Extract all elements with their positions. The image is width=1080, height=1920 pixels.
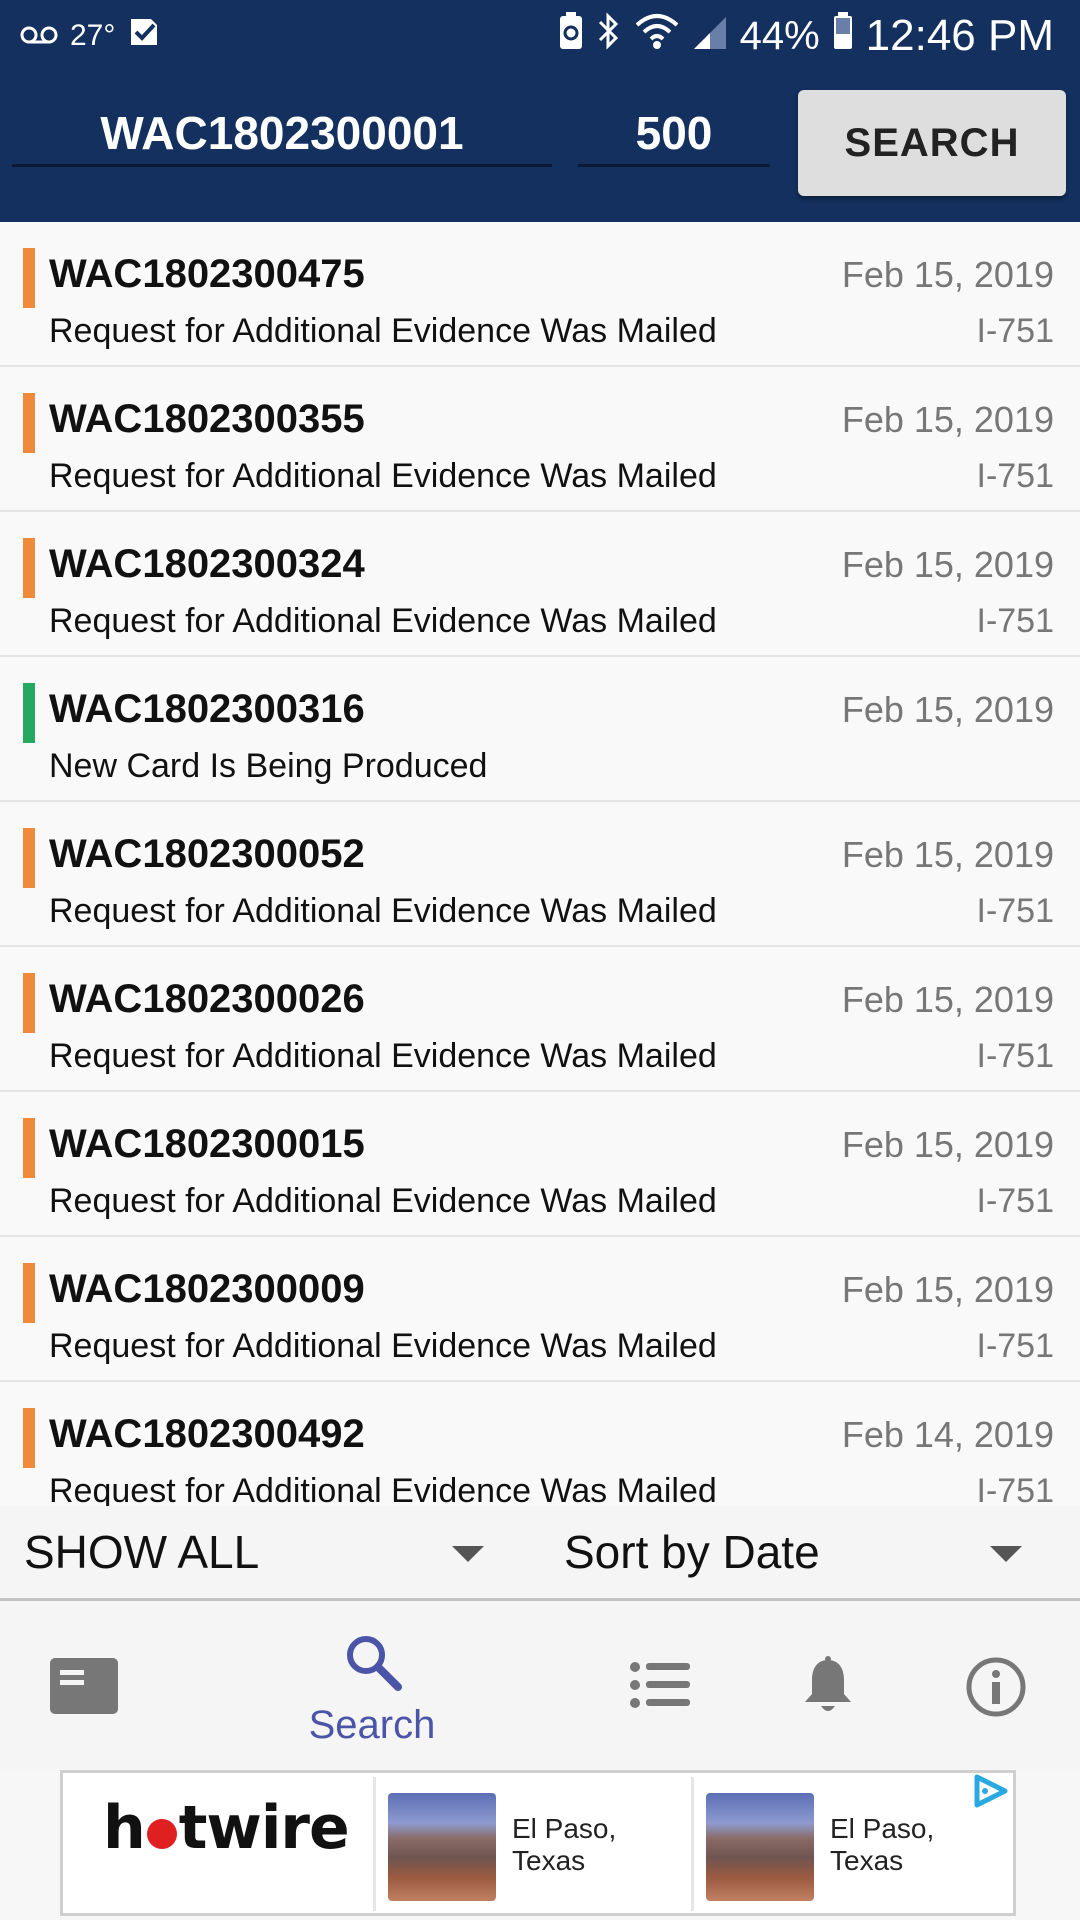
status-color-marker bbox=[23, 683, 35, 743]
case-number: WAC1802300355 bbox=[49, 397, 365, 441]
battery-percent: 44% bbox=[739, 13, 820, 58]
count-input[interactable]: 500 bbox=[578, 102, 770, 167]
bottom-nav: Search bbox=[0, 1601, 1080, 1769]
case-form-type: I-751 bbox=[976, 312, 1055, 350]
chevron-down-icon bbox=[990, 1546, 1022, 1562]
task-check-icon bbox=[127, 15, 161, 57]
status-color-marker bbox=[23, 538, 35, 598]
nav-item-info[interactable] bbox=[930, 1601, 1060, 1769]
voicemail-icon bbox=[20, 19, 58, 53]
info-icon bbox=[965, 1656, 1027, 1723]
case-form-type: I-751 bbox=[976, 1327, 1055, 1365]
status-color-marker bbox=[23, 393, 35, 453]
case-row[interactable]: WAC1802300015 Request for Additional Evid… bbox=[0, 1092, 1080, 1237]
case-form-type: I-751 bbox=[976, 602, 1055, 640]
case-date: Feb 15, 2019 bbox=[841, 689, 1054, 730]
case-date: Feb 15, 2019 bbox=[841, 834, 1054, 875]
case-number: WAC1802300026 bbox=[49, 977, 365, 1021]
case-date: Feb 15, 2019 bbox=[841, 544, 1054, 585]
sort-label: Sort by Date bbox=[564, 1526, 820, 1578]
signal-icon bbox=[692, 11, 728, 61]
case-number-input[interactable]: WAC1802300001 bbox=[12, 102, 552, 167]
nav-item-cards[interactable] bbox=[0, 1601, 168, 1769]
case-row[interactable]: WAC1802300475 Request for Additional Evid… bbox=[0, 222, 1080, 367]
ad-choices-icon[interactable] bbox=[971, 1773, 1011, 1814]
case-number: WAC1802300492 bbox=[49, 1412, 365, 1456]
case-row[interactable]: WAC1802300492 Request for Additional Evid… bbox=[0, 1382, 1080, 1506]
status-bar: 27° 44% 12:46 PM bbox=[0, 0, 1080, 72]
case-form-type: I-751 bbox=[976, 892, 1055, 930]
show-filter-dropdown[interactable]: SHOW ALL bbox=[24, 1506, 484, 1598]
status-color-marker bbox=[23, 1263, 35, 1323]
ad-thumbnail bbox=[388, 1793, 496, 1901]
case-status-text: New Card Is Being Produced bbox=[49, 747, 488, 785]
status-color-marker bbox=[23, 1118, 35, 1178]
show-filter-label: SHOW ALL bbox=[24, 1526, 260, 1578]
case-list[interactable]: WAC1802300475 Request for Additional Evid… bbox=[0, 222, 1080, 1506]
nav-item-notifications[interactable] bbox=[760, 1601, 896, 1769]
ad-location: El Paso, Texas bbox=[512, 1813, 617, 1876]
case-form-type: I-751 bbox=[976, 1037, 1055, 1075]
ad-banner[interactable]: h twire El Paso, Texas El Paso, Texas bbox=[60, 1770, 1016, 1916]
ad-card[interactable]: El Paso, Texas bbox=[691, 1777, 1006, 1911]
status-color-marker bbox=[23, 973, 35, 1033]
case-status-text: Request for Additional Evidence Was Mail… bbox=[49, 312, 717, 350]
case-date: Feb 15, 2019 bbox=[841, 399, 1054, 440]
list-icon bbox=[630, 1661, 690, 1714]
case-row[interactable]: WAC1802300324 Request for Additional Evid… bbox=[0, 512, 1080, 657]
case-date: Feb 14, 2019 bbox=[841, 1414, 1054, 1455]
nav-item-list[interactable] bbox=[582, 1601, 734, 1769]
case-number: WAC1802300475 bbox=[49, 252, 365, 296]
search-button[interactable]: SEARCH bbox=[798, 90, 1066, 196]
nav-label-search: Search bbox=[308, 1703, 436, 1747]
case-date: Feb 15, 2019 bbox=[841, 1124, 1054, 1165]
case-status-text: Request for Additional Evidence Was Mail… bbox=[49, 602, 717, 640]
status-color-marker bbox=[23, 248, 35, 308]
sort-dropdown[interactable]: Sort by Date bbox=[564, 1506, 1034, 1598]
card-icon bbox=[50, 1658, 118, 1719]
search-icon bbox=[344, 1633, 402, 1696]
battery-saver-icon bbox=[558, 11, 584, 61]
case-row[interactable]: WAC1802300009 Request for Additional Evid… bbox=[0, 1237, 1080, 1382]
search-header: WAC1802300001 500 SEARCH bbox=[0, 72, 1080, 222]
case-date: Feb 15, 2019 bbox=[841, 979, 1054, 1020]
ad-card[interactable]: El Paso, Texas bbox=[373, 1777, 688, 1911]
case-form-type: I-751 bbox=[976, 1182, 1055, 1220]
case-form-type: I-751 bbox=[976, 457, 1055, 495]
case-row[interactable]: WAC1802300355 Request for Additional Evid… bbox=[0, 367, 1080, 512]
case-number: WAC1802300052 bbox=[49, 832, 365, 876]
status-color-marker bbox=[23, 828, 35, 888]
case-date: Feb 15, 2019 bbox=[841, 1269, 1054, 1310]
case-row[interactable]: WAC1802300316 New Card Is Being Produced F… bbox=[0, 657, 1080, 802]
hotwire-logo: h twire bbox=[103, 1793, 350, 1863]
bluetooth-icon bbox=[596, 11, 622, 61]
case-row[interactable]: WAC1802300026 Request for Additional Evid… bbox=[0, 947, 1080, 1092]
temperature: 27° bbox=[70, 19, 116, 52]
chevron-down-icon bbox=[452, 1546, 484, 1562]
nav-item-search[interactable]: Search bbox=[272, 1601, 472, 1769]
case-date: Feb 15, 2019 bbox=[841, 254, 1054, 295]
case-number: WAC1802300015 bbox=[49, 1122, 365, 1166]
battery-icon bbox=[832, 11, 854, 61]
case-status-text: Request for Additional Evidence Was Mail… bbox=[49, 1182, 717, 1220]
status-color-marker bbox=[23, 1408, 35, 1468]
case-number: WAC1802300316 bbox=[49, 687, 365, 731]
wifi-icon bbox=[634, 11, 680, 61]
case-status-text: Request for Additional Evidence Was Mail… bbox=[49, 892, 717, 930]
case-row[interactable]: WAC1802300052 Request for Additional Evid… bbox=[0, 802, 1080, 947]
case-form-type: I-751 bbox=[976, 1472, 1055, 1506]
case-status-text: Request for Additional Evidence Was Mail… bbox=[49, 1472, 717, 1506]
case-number: WAC1802300009 bbox=[49, 1267, 365, 1311]
case-status-text: Request for Additional Evidence Was Mail… bbox=[49, 1327, 717, 1365]
filter-bar: SHOW ALL Sort by Date bbox=[0, 1506, 1080, 1601]
case-status-text: Request for Additional Evidence Was Mail… bbox=[49, 1037, 717, 1075]
bell-icon bbox=[802, 1656, 854, 1721]
case-number: WAC1802300324 bbox=[49, 542, 365, 586]
clock: 12:46 PM bbox=[865, 11, 1054, 60]
case-status-text: Request for Additional Evidence Was Mail… bbox=[49, 457, 717, 495]
ad-location: El Paso, Texas bbox=[830, 1813, 935, 1876]
ad-thumbnail bbox=[706, 1793, 814, 1901]
